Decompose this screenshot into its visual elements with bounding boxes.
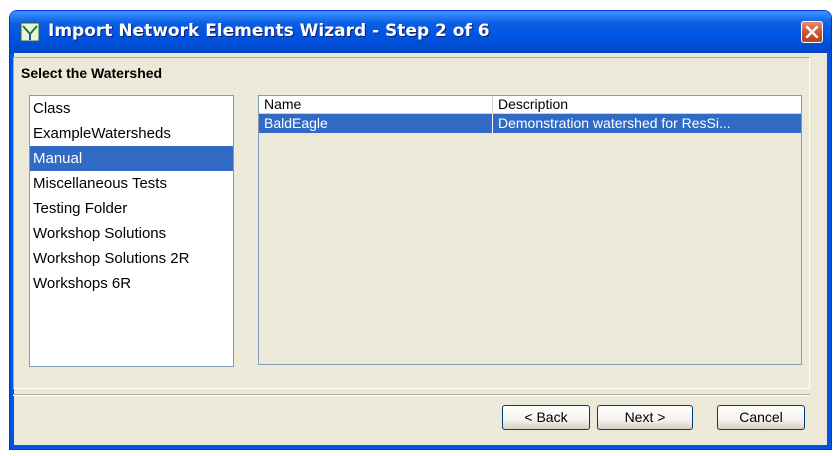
footer-separator (13, 394, 810, 396)
folder-item[interactable]: Workshops 6R (30, 271, 233, 296)
close-icon (805, 25, 819, 39)
column-header-name[interactable]: Name (259, 96, 493, 113)
window-frame-right (827, 53, 831, 449)
folder-item[interactable]: Class (30, 96, 233, 121)
column-header-description[interactable]: Description (493, 96, 801, 113)
table-row[interactable]: BaldEagle Demonstration watershed for Re… (259, 114, 801, 133)
cell-description: Demonstration watershed for ResSi... (498, 115, 731, 131)
back-button[interactable]: < Back (502, 405, 590, 430)
section-title: Select the Watershed (21, 65, 163, 81)
table-header: Name Description (259, 96, 801, 114)
folder-item[interactable]: ExampleWatersheds (30, 121, 233, 146)
wizard-panel: Select the Watershed Class ExampleWaters… (13, 57, 810, 389)
folder-item-selected[interactable]: Manual (30, 146, 233, 171)
close-button[interactable] (801, 21, 823, 43)
title-bar[interactable]: Import Network Elements Wizard - Step 2 … (10, 11, 831, 53)
folder-item[interactable]: Testing Folder (30, 196, 233, 221)
folder-item[interactable]: Miscellaneous Tests (30, 171, 233, 196)
watershed-folder-list[interactable]: Class ExampleWatersheds Manual Miscellan… (29, 95, 234, 367)
watershed-table[interactable]: Name Description BaldEagle Demonstration… (258, 95, 802, 365)
cancel-button[interactable]: Cancel (717, 405, 805, 430)
watershed-app-icon (20, 22, 40, 42)
next-button[interactable]: Next > (597, 405, 693, 430)
folder-item[interactable]: Workshop Solutions 2R (30, 246, 233, 271)
folder-item[interactable]: Workshop Solutions (30, 221, 233, 246)
window-frame-bottom (10, 445, 831, 449)
cell-name: BaldEagle (259, 114, 493, 133)
window-title: Import Network Elements Wizard - Step 2 … (48, 21, 490, 41)
